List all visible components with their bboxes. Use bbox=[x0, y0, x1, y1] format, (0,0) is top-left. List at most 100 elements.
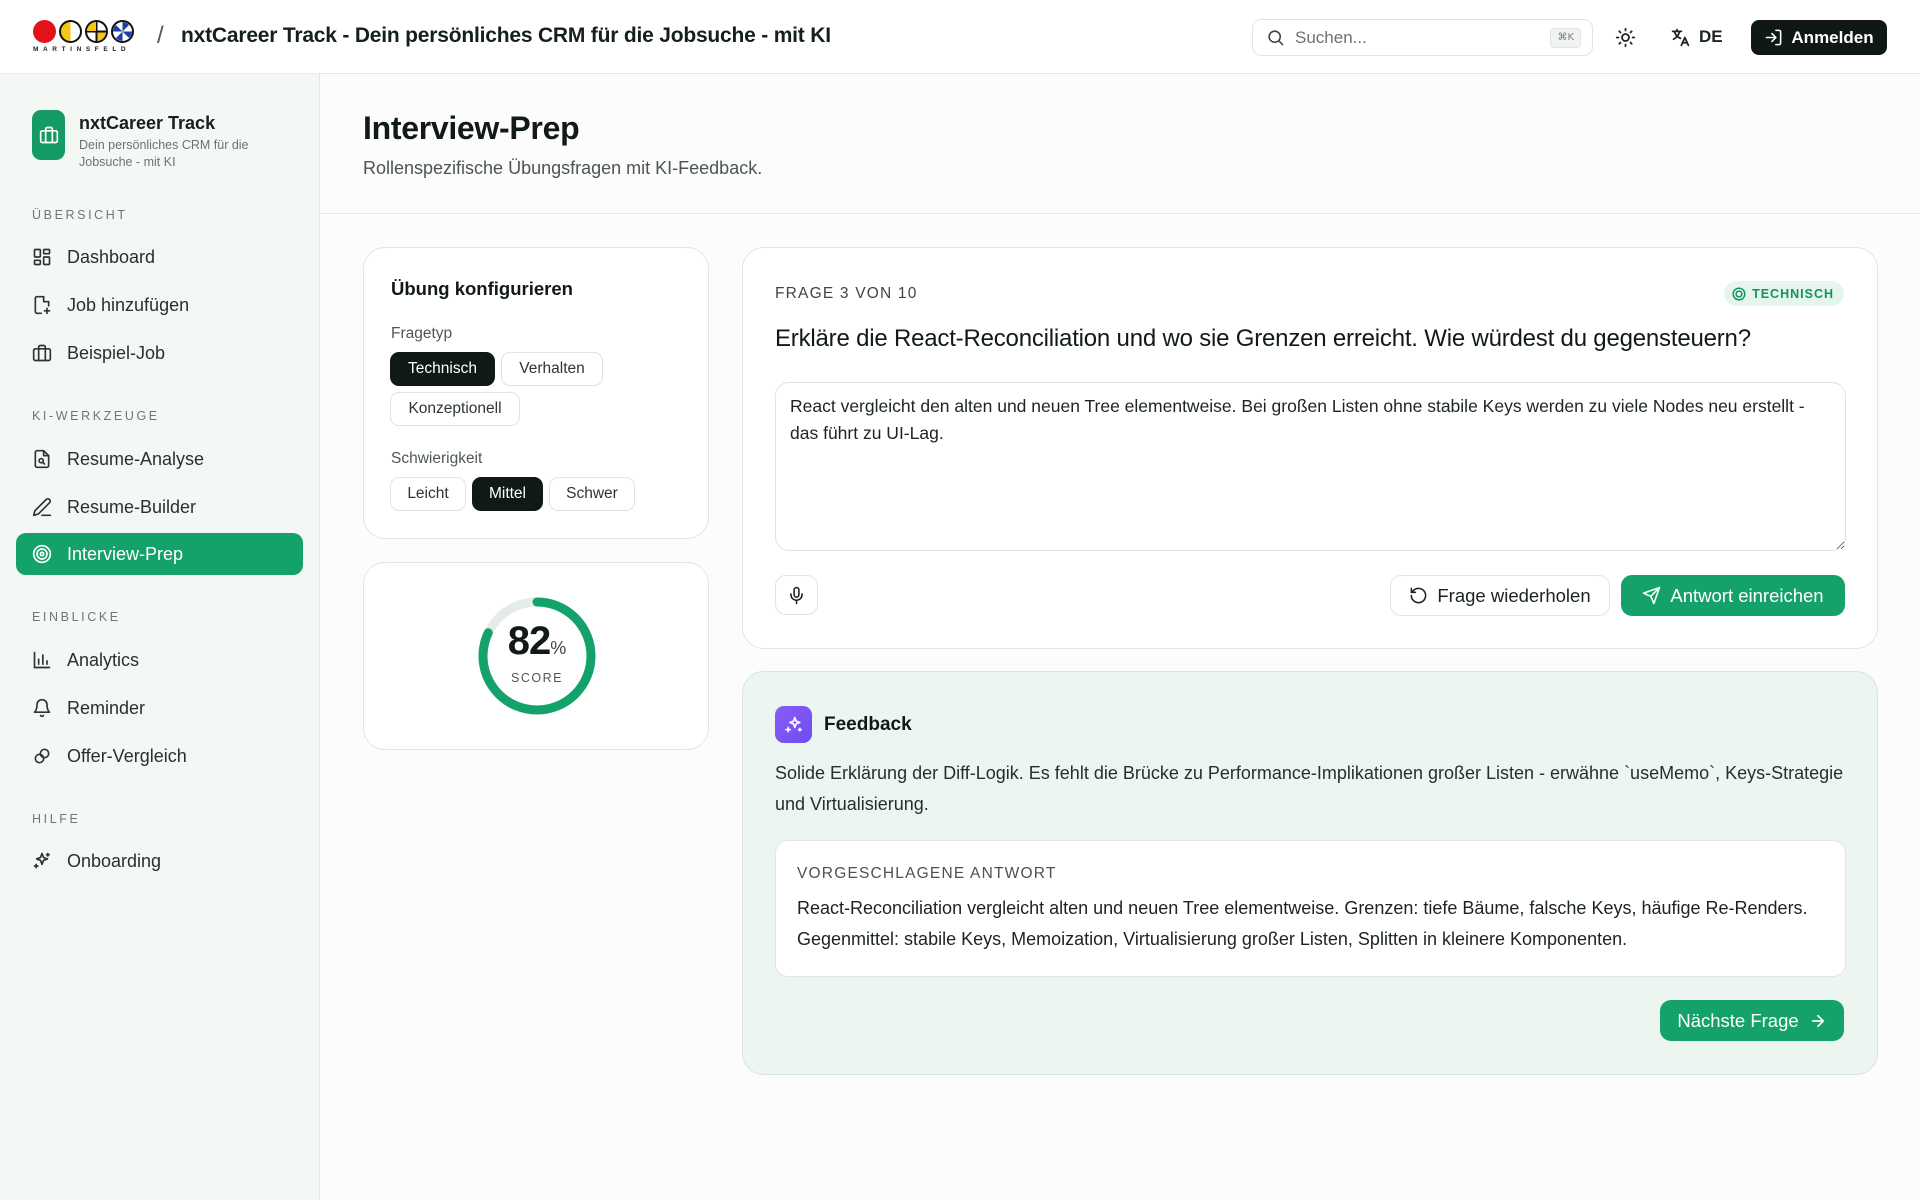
feedback-title: Feedback bbox=[824, 714, 912, 735]
submit-answer-label: Antwort einreichen bbox=[1670, 584, 1824, 606]
search-shortcut-hint: ⌘K bbox=[1550, 28, 1581, 48]
language-label: DE bbox=[1699, 27, 1723, 46]
sidebar-item-offer-vergleich[interactable]: Offer-Vergleich bbox=[16, 735, 303, 777]
bar-chart-icon bbox=[32, 650, 52, 670]
answer-textarea[interactable]: React vergleicht den alten und neuen Tre… bbox=[775, 382, 1846, 551]
sidebar-brand-name: nxtCareer Track bbox=[79, 113, 216, 133]
file-search-icon bbox=[32, 449, 52, 469]
sidebar-section-title: EINBLICKE bbox=[32, 610, 121, 624]
rotate-ccw-icon bbox=[1409, 586, 1428, 605]
sparkles-icon bbox=[32, 851, 52, 871]
page-title: Interview-Prep bbox=[363, 110, 580, 146]
repeat-question-label: Frage wiederholen bbox=[1437, 584, 1591, 606]
difficulty-chip-mittel[interactable]: Mittel bbox=[472, 477, 543, 511]
page-subtitle: Rollenspezifische Übungsfragen mit KI-Fe… bbox=[363, 158, 763, 178]
breadcrumb-separator: / bbox=[157, 22, 164, 49]
search-icon bbox=[1266, 28, 1285, 47]
logo-star-circle bbox=[111, 19, 134, 43]
microphone-icon bbox=[787, 586, 806, 605]
sidebar-item-resume-builder[interactable]: Resume-Builder bbox=[16, 486, 303, 528]
next-question-label: Nächste Frage bbox=[1677, 1009, 1799, 1031]
sun-icon bbox=[1615, 27, 1636, 48]
pen-icon bbox=[32, 497, 52, 517]
sidebar-item-label: Job hinzufügen bbox=[67, 294, 190, 315]
question-type-badge-label: TECHNISCH bbox=[1752, 286, 1834, 301]
difficulty-chip-leicht[interactable]: Leicht bbox=[390, 477, 466, 511]
sidebar-item-reminder[interactable]: Reminder bbox=[16, 687, 303, 729]
score-ring: 82% SCORE bbox=[476, 595, 598, 717]
repeat-question-button[interactable]: Frage wiederholen bbox=[1390, 575, 1610, 616]
sidebar-item-label: Resume-Builder bbox=[67, 496, 197, 517]
sidebar-item-dashboard[interactable]: Dashboard bbox=[16, 236, 303, 278]
sidebar-item-resume-analyse[interactable]: Resume-Analyse bbox=[16, 438, 303, 480]
question-card: FRAGE 3 VON 10 TECHNISCH Erkläre die Rea… bbox=[742, 247, 1878, 649]
top-bar: MARTINSFELD / nxtCareer Track - Dein per… bbox=[0, 0, 1920, 74]
app-title: nxtCareer Track - Dein persönliches CRM … bbox=[181, 24, 831, 47]
feedback-text: Solide Erklärung der Diff-Logik. Es fehl… bbox=[775, 763, 1844, 814]
logo-cross-circle bbox=[85, 19, 108, 43]
file-plus-icon bbox=[32, 295, 52, 315]
briefcase-icon bbox=[32, 110, 65, 160]
link-icon bbox=[32, 746, 52, 766]
language-switch-button[interactable]: DE bbox=[1670, 22, 1723, 52]
sidebar-section-title: ÜBERSICHT bbox=[32, 208, 128, 222]
suggested-answer-text: React-Reconciliation vergleicht alten un… bbox=[797, 898, 1808, 949]
sidebar-item-beispiel-job[interactable]: Beispiel-Job bbox=[16, 332, 303, 374]
submit-answer-button[interactable]: Antwort einreichen bbox=[1621, 575, 1845, 616]
theme-toggle-button[interactable] bbox=[1610, 22, 1640, 52]
type-chip-verhalten[interactable]: Verhalten bbox=[501, 352, 603, 386]
company-logo[interactable]: MARTINSFELD bbox=[33, 19, 138, 55]
sidebar-item-label: Reminder bbox=[67, 697, 146, 718]
question-type-badge: TECHNISCH bbox=[1724, 281, 1844, 306]
login-button[interactable]: Anmelden bbox=[1751, 20, 1887, 55]
sidebar-brand-description: Dein persönliches CRM für die Jobsuche -… bbox=[79, 138, 249, 169]
briefcase-icon bbox=[32, 343, 52, 363]
question-text: Erkläre die React-Reconciliation und wo … bbox=[775, 325, 1751, 352]
score-card: 82% SCORE bbox=[363, 562, 709, 750]
search-box[interactable]: ⌘K bbox=[1252, 19, 1593, 56]
difficulty-chip-schwer[interactable]: Schwer bbox=[549, 477, 635, 511]
sidebar-item-label: Onboarding bbox=[67, 850, 162, 871]
sidebar-item-label: Resume-Analyse bbox=[67, 448, 205, 469]
feedback-card: Feedback Solide Erklärung der Diff-Logik… bbox=[742, 671, 1878, 1075]
target-icon bbox=[1732, 286, 1746, 301]
logo-red-circle bbox=[33, 19, 56, 43]
sidebar-section-title: KI-WERKZEUGE bbox=[32, 409, 160, 423]
arrow-right-icon bbox=[1809, 1012, 1827, 1030]
suggested-answer-label: VORGESCHLAGENE ANTWORT bbox=[797, 865, 1057, 882]
sidebar-item-label: Beispiel-Job bbox=[67, 342, 166, 363]
sidebar: nxtCareer Track Dein persönliches CRM fü… bbox=[0, 74, 320, 1200]
logo-half-circle bbox=[59, 19, 82, 43]
sidebar-item-label: Analytics bbox=[67, 649, 140, 670]
translate-icon bbox=[1670, 27, 1691, 48]
sidebar-brand[interactable]: nxtCareer Track Dein persönliches CRM fü… bbox=[32, 110, 284, 171]
suggested-answer-box: VORGESCHLAGENE ANTWORT React-Reconciliat… bbox=[775, 840, 1846, 977]
question-counter: FRAGE 3 VON 10 bbox=[775, 285, 918, 302]
score-number: 82 bbox=[507, 619, 551, 663]
logo-wordmark: MARTINSFELD bbox=[33, 46, 131, 53]
difficulty-label: Schwierigkeit bbox=[391, 450, 483, 467]
config-title: Übung konfigurieren bbox=[391, 278, 573, 299]
sidebar-item-job-hinzufuegen[interactable]: Job hinzufügen bbox=[16, 284, 303, 326]
type-chip-konzeptionell[interactable]: Konzeptionell bbox=[390, 392, 520, 426]
page-header: Interview-Prep Rollenspezifische Übungsf… bbox=[321, 74, 1920, 214]
next-question-button[interactable]: Nächste Frage bbox=[1660, 1000, 1844, 1041]
logo-circles bbox=[33, 19, 138, 43]
type-chip-technisch[interactable]: Technisch bbox=[390, 352, 495, 386]
dashboard-icon bbox=[32, 247, 52, 267]
voice-input-button[interactable] bbox=[775, 575, 818, 615]
login-label: Anmelden bbox=[1791, 27, 1874, 47]
sidebar-item-onboarding[interactable]: Onboarding bbox=[16, 840, 303, 882]
target-icon bbox=[32, 544, 52, 564]
search-input[interactable] bbox=[1295, 27, 1535, 48]
score-value: 82% bbox=[476, 619, 598, 664]
score-label: SCORE bbox=[511, 671, 563, 685]
exercise-config-card: Übung konfigurieren Fragetyp Technisch V… bbox=[363, 247, 709, 539]
sidebar-item-interview-prep[interactable]: Interview-Prep bbox=[16, 533, 303, 575]
sparkles-icon bbox=[775, 706, 812, 743]
sidebar-section-title: HILFE bbox=[32, 812, 81, 826]
send-icon bbox=[1642, 586, 1661, 605]
sidebar-item-analytics[interactable]: Analytics bbox=[16, 639, 303, 681]
bell-icon bbox=[32, 698, 52, 718]
sidebar-item-label: Dashboard bbox=[67, 246, 156, 267]
